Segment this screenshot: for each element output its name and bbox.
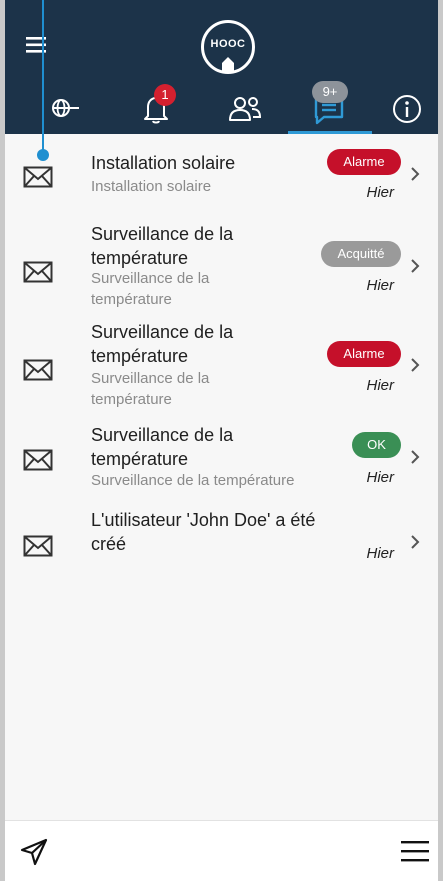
chevron-right-icon bbox=[411, 358, 420, 372]
notifications-badge: 1 bbox=[154, 84, 176, 106]
envelope-icon bbox=[23, 535, 53, 557]
message-title: Installation solaire bbox=[91, 153, 236, 173]
status-badge: OK bbox=[352, 432, 401, 458]
bottom-toolbar bbox=[5, 820, 438, 881]
envelope-icon bbox=[23, 359, 53, 381]
tab-network[interactable] bbox=[35, 84, 95, 134]
message-date: Hier bbox=[366, 377, 394, 394]
message-date: Hier bbox=[366, 277, 394, 294]
envelope-icon bbox=[23, 261, 53, 283]
message-subtitle: Surveillance de la température bbox=[91, 270, 210, 308]
app-frame: HOOC 1 9+ Installation solaire Installat… bbox=[5, 0, 438, 881]
menu-icon[interactable] bbox=[25, 34, 51, 56]
house-icon bbox=[222, 57, 234, 72]
pointer-line bbox=[42, 0, 44, 153]
message-title: L'utilisateur 'John Doe' a été créé bbox=[91, 510, 316, 554]
envelope-icon bbox=[23, 449, 53, 471]
message-date: Hier bbox=[366, 469, 394, 486]
users-icon bbox=[229, 97, 262, 121]
message-title: Surveillance de la température bbox=[91, 224, 234, 268]
send-icon[interactable] bbox=[19, 837, 49, 867]
message-date: Hier bbox=[366, 545, 394, 562]
globe-network-icon bbox=[52, 99, 79, 117]
message-subtitle: Installation solaire bbox=[91, 178, 212, 195]
message-row[interactable]: L'utilisateur 'John Doe' a été créé Hier bbox=[5, 502, 438, 586]
chevron-right-icon bbox=[411, 535, 420, 549]
chevron-right-icon bbox=[411, 450, 420, 464]
status-badge: Acquitté bbox=[321, 241, 401, 267]
top-header: HOOC 1 9+ bbox=[5, 0, 438, 134]
chevron-right-icon bbox=[411, 259, 420, 273]
message-title: Surveillance de la température bbox=[91, 322, 234, 366]
envelope-icon bbox=[23, 166, 53, 188]
tab-info[interactable] bbox=[378, 84, 438, 134]
messages-badge: 9+ bbox=[312, 81, 348, 103]
hooc-logo: HOOC bbox=[201, 20, 255, 74]
message-subtitle: Surveillance de la température bbox=[91, 472, 295, 489]
message-title: Surveillance de la température bbox=[91, 425, 234, 469]
message-row[interactable]: Surveillance de la température Surveilla… bbox=[5, 414, 438, 502]
message-date: Hier bbox=[366, 184, 394, 201]
info-icon bbox=[393, 95, 421, 123]
message-row[interactable]: Surveillance de la température Surveilla… bbox=[5, 314, 438, 414]
hamburger-menu-icon[interactable] bbox=[400, 839, 430, 863]
chevron-right-icon bbox=[411, 167, 420, 181]
tab-users[interactable] bbox=[213, 84, 273, 134]
message-row[interactable]: Surveillance de la température Surveilla… bbox=[5, 216, 438, 314]
message-subtitle: Surveillance de la température bbox=[91, 370, 210, 408]
logo-text: HOOC bbox=[210, 38, 246, 50]
message-row[interactable]: Installation solaire Installation solair… bbox=[5, 134, 438, 216]
status-badge: Alarme bbox=[327, 341, 401, 367]
status-badge: Alarme bbox=[327, 149, 401, 175]
